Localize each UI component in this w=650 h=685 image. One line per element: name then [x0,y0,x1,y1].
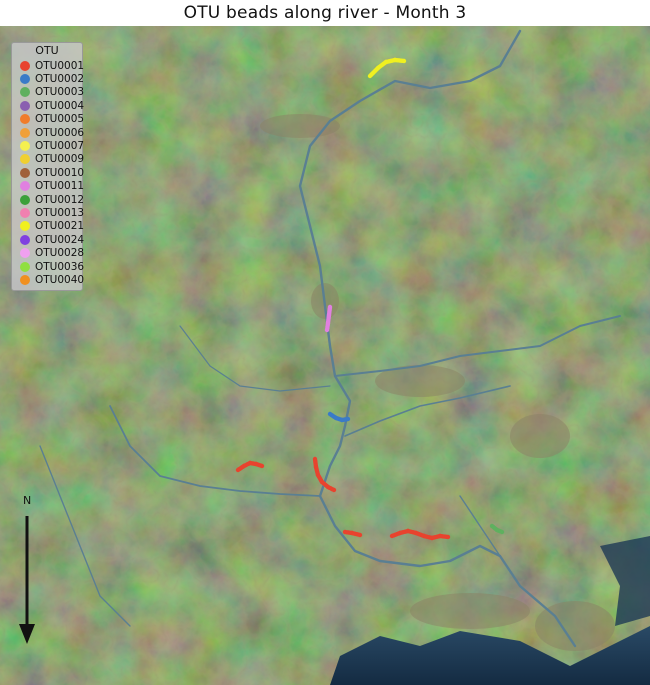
legend-item: OTU0021 [12,220,85,233]
legend-swatch [20,127,30,138]
legend-label: OTU0012 [35,193,85,206]
legend-swatch [20,87,30,98]
satellite-map[interactable] [0,26,650,685]
legend: OTU OTU0001 OTU0002 OTU0003 OTU0004 OTU0005 O… [11,42,85,291]
legend-swatch [20,74,30,85]
legend-items: OTU0001 OTU0002 OTU0003 OTU0004 OTU0005 OTU00… [12,59,85,287]
legend-title: OTU [35,44,59,57]
legend-item: OTU0005 [12,113,85,126]
otu-bead [499,529,505,535]
legend-label: OTU0002 [35,73,85,86]
legend-label: OTU0004 [35,99,85,112]
legend-label: OTU0003 [35,86,85,99]
legend-swatch [20,194,30,205]
legend-label: OTU0021 [35,220,85,233]
legend-item: OTU0040 [12,273,85,286]
legend-item: OTU0028 [12,246,85,260]
legend-item: OTU0003 [12,86,85,99]
legend-swatch [20,141,30,152]
map-canvas [0,26,650,685]
otu-bead [445,534,451,540]
legend-swatch [20,181,30,192]
legend-item: OTU0024 [12,233,85,246]
legend-swatch [20,248,30,259]
legend-label: OTU0010 [35,166,85,179]
legend-item: OTU0002 [12,72,85,86]
otu-bead [259,463,265,469]
legend-label: OTU0024 [35,233,85,246]
legend-label: OTU0040 [35,273,85,286]
legend-swatch [20,261,30,272]
otu-bead [324,327,330,333]
legend-label: OTU0036 [35,260,85,273]
legend-label: OTU0009 [35,153,85,166]
otu-bead [331,487,337,493]
legend-swatch [20,154,30,165]
legend-swatch [20,60,30,71]
otu-bead [357,532,363,538]
legend-label: OTU0006 [35,126,85,139]
legend-swatch [20,114,30,125]
otu-bead [401,58,407,64]
legend-label: OTU0013 [35,206,85,219]
legend-item: OTU0036 [12,260,85,273]
legend-item: OTU0001 [12,59,85,72]
legend-swatch [20,100,30,111]
legend-item: OTU0013 [12,206,85,219]
north-label: N [23,494,32,507]
legend-item: OTU0006 [12,126,85,139]
legend-label: OTU0007 [35,140,85,153]
legend-swatch [20,274,30,285]
legend-item: OTU0012 [12,193,85,206]
legend-item: OTU0010 [12,166,85,179]
legend-label: OTU0028 [35,247,85,260]
legend-item: OTU0009 [12,153,85,166]
legend-label: OTU0001 [35,59,85,72]
legend-swatch [20,207,30,218]
legend-label: OTU0011 [35,180,85,193]
legend-item: OTU0007 [12,139,85,153]
legend-item: OTU0004 [12,99,85,112]
map-title: OTU beads along river - Month 3 [183,3,467,23]
legend-label: OTU0005 [35,113,85,126]
legend-swatch [20,167,30,178]
legend-swatch [20,221,30,232]
otu-bead [345,416,351,422]
legend-item: OTU0011 [12,180,85,193]
legend-swatch [20,234,30,245]
